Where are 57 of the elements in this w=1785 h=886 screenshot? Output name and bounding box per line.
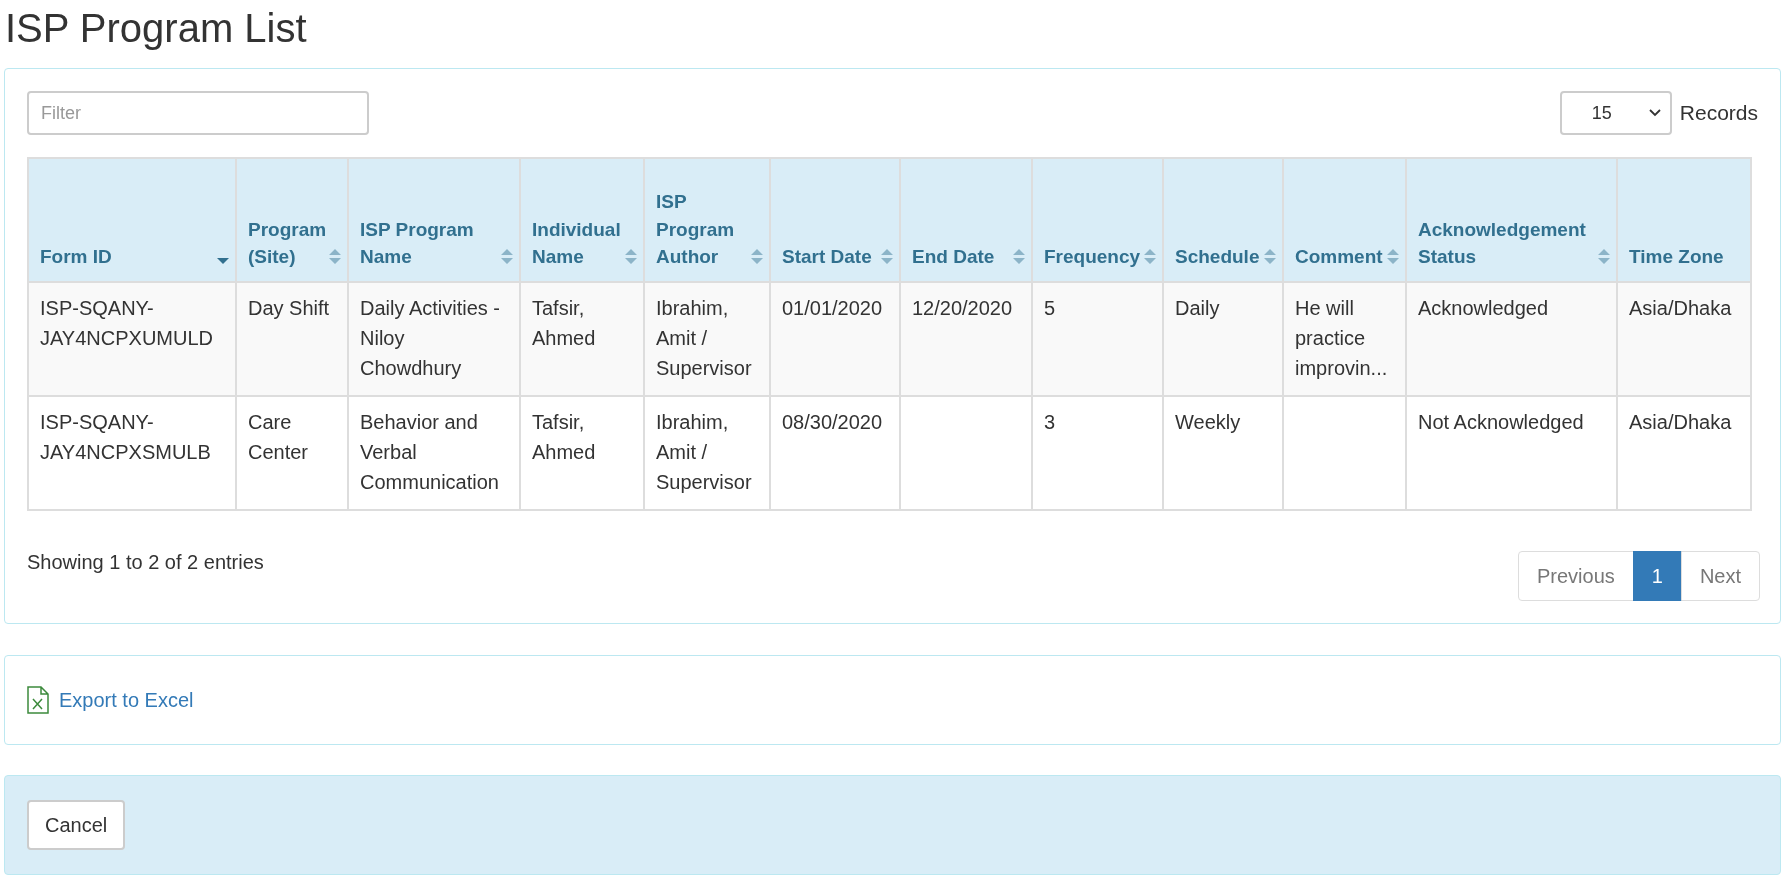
- table-cell: ISP-SQANY-JAY4NCPXUMULD: [40, 297, 213, 349]
- column-header[interactable]: Acknowledgement Status: [1406, 158, 1617, 282]
- table-cell: Asia/Dhaka: [1629, 411, 1732, 433]
- page-button[interactable]: Previous: [1517, 551, 1634, 601]
- column-header[interactable]: Frequency: [1032, 158, 1163, 282]
- column-header[interactable]: Form ID: [28, 158, 236, 282]
- column-header[interactable]: ISP Program Name: [348, 158, 520, 282]
- column-header[interactable]: ISP Program Author: [644, 158, 770, 282]
- table-cell: Tafsir, Ahmed: [532, 297, 596, 349]
- sort-icon: [625, 249, 637, 265]
- records-label: Records: [1679, 101, 1758, 125]
- column-header[interactable]: Schedule: [1163, 158, 1283, 282]
- table-cell: 08/30/2020: [782, 411, 883, 433]
- table-cell: Day Shift: [248, 297, 330, 319]
- sort-icon: [1013, 249, 1025, 265]
- filter-field[interactable]: Filter: [27, 91, 369, 135]
- table-cell: ISP-SQANY-JAY4NCPXSMULB: [40, 411, 211, 463]
- chevron-down-icon: [1647, 108, 1662, 118]
- sort-icon: [1264, 249, 1276, 265]
- page-button[interactable]: 1: [1632, 551, 1682, 601]
- entries-info: Showing 1 to 2 of 2 entries: [27, 551, 264, 574]
- table-cell: Daily: [1175, 297, 1220, 319]
- table-cell: Daily Activities - Niloy Chowdhury: [360, 297, 501, 379]
- table-cell: Asia/Dhaka: [1629, 297, 1732, 319]
- table-cell: Ibrahim, Amit / Supervisor: [656, 411, 752, 493]
- records-select[interactable]: 15: [1559, 91, 1672, 135]
- cancel-button[interactable]: Cancel: [27, 800, 126, 850]
- table-cell: 3: [1044, 411, 1056, 433]
- table-cell: Tafsir, Ahmed: [532, 411, 596, 463]
- page-title: ISP Program List: [4, 5, 308, 52]
- column-header[interactable]: Start Date: [770, 158, 900, 282]
- sort-icon: [1387, 249, 1399, 265]
- column-header[interactable]: Time Zone: [1617, 158, 1751, 282]
- column-header[interactable]: End Date: [900, 158, 1032, 282]
- column-header[interactable]: Comment: [1283, 158, 1406, 282]
- table-cell: Behavior and Verbal Communication: [360, 411, 499, 493]
- column-header[interactable]: Program (Site): [236, 158, 348, 282]
- table-cell: 01/01/2020: [782, 297, 883, 319]
- table-cell: Care Center: [248, 411, 309, 463]
- page-button[interactable]: Next: [1680, 551, 1760, 601]
- table-cell: Weekly: [1175, 411, 1241, 433]
- sort-icon: [501, 249, 513, 265]
- sort-desc-icon: [217, 257, 229, 265]
- column-header[interactable]: Individual Name: [520, 158, 644, 282]
- sort-icon: [1598, 249, 1610, 265]
- table-cell: Ibrahim, Amit / Supervisor: [656, 297, 752, 379]
- table-cell: He will practice improvin...: [1295, 297, 1388, 379]
- sort-icon: [881, 249, 893, 265]
- table-cell: 5: [1044, 297, 1056, 319]
- table-cell: Not Acknowledged: [1418, 411, 1584, 433]
- excel-file-icon: [27, 686, 49, 714]
- sort-icon: [751, 249, 763, 265]
- sort-icon: [329, 249, 341, 265]
- table-cell: Acknowledged: [1418, 297, 1549, 319]
- sort-icon: [1144, 249, 1156, 265]
- table-cell: 12/20/2020: [912, 297, 1013, 319]
- export-excel-link[interactable]: Export to Excel: [59, 688, 194, 712]
